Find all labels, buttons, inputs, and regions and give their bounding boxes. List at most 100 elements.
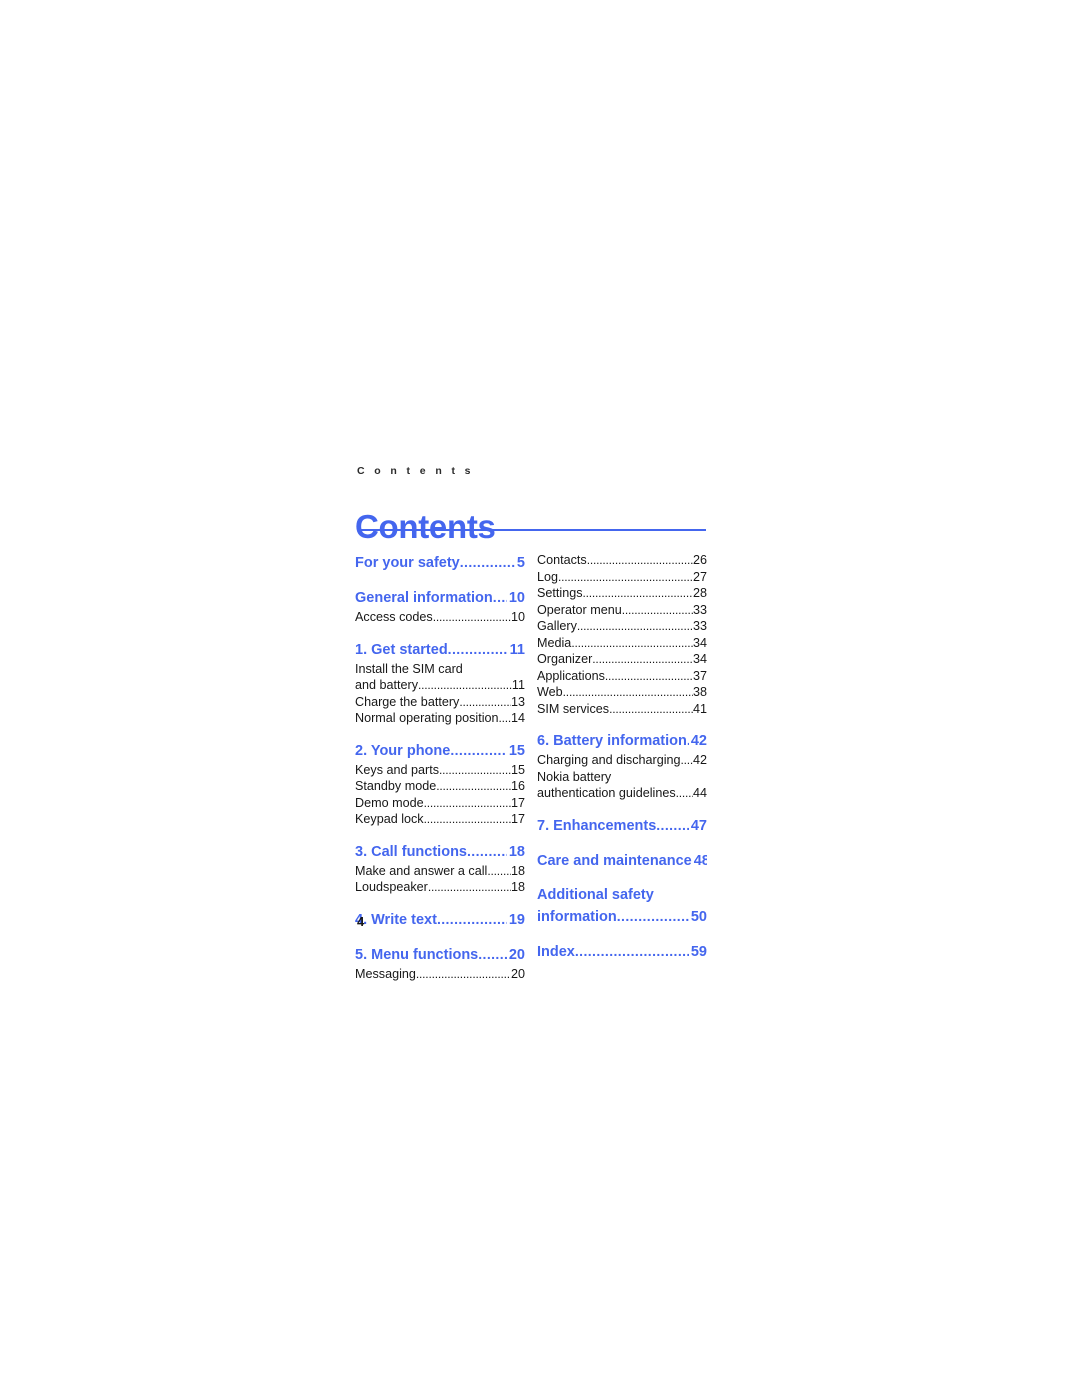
toc-entry-page-number: 42 [690, 733, 707, 749]
page-number: 4 [357, 914, 365, 929]
toc-entry-minor[interactable]: Messaging...............................… [355, 966, 525, 983]
toc-dot-leader: ........................................… [487, 863, 511, 878]
toc-entry-page-number: 15 [510, 762, 525, 777]
toc-dot-leader: ........................................… [492, 589, 507, 605]
toc-dot-leader: ........................................… [427, 880, 511, 894]
toc-dot-leader: ........................................… [586, 553, 693, 567]
toc-entry-minor[interactable]: Keys and parts..........................… [355, 762, 525, 779]
toc-entry-minor[interactable]: Standby mode............................… [355, 778, 525, 795]
toc-entry-page-number: 18 [510, 880, 525, 894]
toc-dot-leader: ........................................… [680, 753, 693, 767]
toc-entry-minor[interactable]: Settings................................… [537, 585, 707, 602]
toc-entry-page-number: 47 [690, 817, 707, 834]
toc-entry-page-number: 26 [692, 553, 707, 567]
toc-entry-minor[interactable]: Demo mode...............................… [355, 795, 525, 812]
toc-entry-minor[interactable]: Gallery.................................… [537, 618, 707, 635]
toc-dot-leader: ........................................… [574, 942, 689, 959]
toc-entry-major[interactable]: 3. Call functions.......................… [355, 841, 525, 863]
toc-entry-major[interactable]: 7. Enhancements.........................… [537, 815, 707, 837]
toc-entry-minor[interactable]: Nokia battery...........................… [537, 769, 707, 786]
toc-entry-major[interactable]: information.............................… [537, 906, 707, 928]
toc-left-column: For your safety.........................… [355, 552, 525, 982]
toc-entry-label: 4. Write text [355, 911, 437, 928]
toc-dot-leader: ........................................… [450, 741, 507, 758]
toc-dot-leader: ........................................… [582, 586, 693, 600]
toc-entry-page-number: 13 [510, 694, 525, 709]
toc-group: Care and maintenance....................… [537, 850, 707, 872]
toc-entry-major[interactable]: Additional safety.......................… [537, 885, 707, 906]
toc-entry-minor[interactable]: Web.....................................… [537, 684, 707, 701]
toc-dot-leader: ........................................… [467, 842, 507, 859]
toc-entry-major[interactable]: 2. Your phone...........................… [355, 740, 525, 762]
toc-entry-minor[interactable]: Normal operating position...............… [355, 710, 525, 727]
toc-dot-leader: ........................................… [576, 619, 693, 633]
toc-entry-label: Care and maintenance [537, 852, 692, 869]
toc-entry-page-number: 33 [692, 619, 707, 633]
toc-entry-page-number: 41 [692, 701, 707, 716]
toc-entry-minor[interactable]: Loudspeaker.............................… [355, 879, 525, 896]
toc-entry-page-number: 10 [508, 590, 525, 606]
toc-entry-label: Web [537, 685, 563, 699]
toc-entry-major[interactable]: 1. Get started..........................… [355, 639, 525, 661]
toc-entry-page-number: 11 [511, 678, 525, 692]
toc-entry-page-number: 27 [692, 569, 707, 584]
toc-entry-label: General information [355, 590, 493, 606]
toc-entry-minor[interactable]: authentication guidelines...............… [537, 785, 707, 802]
toc-entry-minor[interactable]: Charging and discharging................… [537, 752, 707, 769]
toc-dot-leader: ........................................… [592, 652, 693, 666]
toc-entry-minor[interactable]: Access codes............................… [355, 609, 525, 626]
toc-entry-major[interactable]: 4. Write text...........................… [355, 909, 525, 931]
toc-entry-major[interactable]: Index...................................… [537, 941, 707, 963]
toc-dot-leader: ........................................… [432, 610, 511, 624]
toc-entry-minor[interactable]: Make and answer a call..................… [355, 863, 525, 880]
toc-entry-minor[interactable]: Charge the battery......................… [355, 694, 525, 711]
toc-dot-leader: ........................................… [558, 569, 693, 584]
toc-entry-major[interactable]: Care and maintenance....................… [537, 850, 707, 872]
toc-dot-leader: ........................................… [498, 711, 511, 725]
running-head: C o n t e n t s [357, 465, 474, 477]
toc-entry-page-number: 42 [692, 753, 707, 767]
toc-right-column: Contacts................................… [537, 552, 707, 982]
toc-entry-label: Loudspeaker [355, 880, 428, 894]
toc-dot-leader: ........................................… [675, 786, 693, 800]
toc-dot-leader: ........................................… [656, 816, 689, 833]
toc-entry-major[interactable]: 6. Battery information..................… [537, 730, 707, 752]
toc-entry-page-number: 28 [692, 586, 707, 600]
toc-entry-minor[interactable]: Install the SIM card....................… [355, 661, 525, 678]
toc-entry-page-number: 17 [510, 795, 525, 810]
toc-entry-label: Access codes [355, 610, 433, 624]
toc-entry-label: Demo mode [355, 795, 424, 810]
toc-entry-page-number: 11 [509, 641, 525, 658]
toc-dot-leader: ........................................… [418, 678, 512, 692]
toc-entry-minor[interactable]: Contacts................................… [537, 552, 707, 569]
toc-group: 5. Menu functions.......................… [355, 944, 525, 983]
toc-entry-minor[interactable]: Media...................................… [537, 635, 707, 652]
toc-entry-label: Install the SIM card [355, 661, 463, 676]
toc-entry-page-number: 20 [510, 966, 525, 981]
toc-entry-major[interactable]: For your safety.........................… [355, 552, 525, 574]
toc-dot-leader: ........................................… [447, 640, 508, 657]
toc-group: 3. Call functions.......................… [355, 841, 525, 896]
toc-entry-label: 7. Enhancements [537, 817, 657, 834]
toc-entry-label: 3. Call functions [355, 843, 467, 860]
toc-dot-leader: ........................................… [436, 910, 507, 927]
toc-entry-minor[interactable]: SIM services............................… [537, 701, 707, 718]
toc-entry-minor[interactable]: and battery.............................… [355, 677, 525, 694]
toc-entry-label: Nokia battery [537, 769, 612, 784]
toc-entry-minor[interactable]: Log.....................................… [537, 569, 707, 586]
toc-entry-minor[interactable]: Keypad lock.............................… [355, 811, 525, 828]
toc-entry-major[interactable]: General information.....................… [355, 587, 525, 609]
toc-entry-minor[interactable]: Applications............................… [537, 668, 707, 685]
toc-entry-major[interactable]: 5. Menu functions.......................… [355, 944, 525, 966]
page-title: Contents [355, 508, 496, 546]
toc-entry-label: SIM services [537, 701, 610, 716]
toc-entry-minor[interactable]: Operator menu...........................… [537, 602, 707, 619]
toc-dot-leader: ........................................… [562, 685, 693, 699]
toc-entry-page-number: 44 [692, 786, 707, 800]
toc-entry-minor[interactable]: Organizer...............................… [537, 651, 707, 668]
toc-dot-leader: ........................................… [439, 762, 511, 777]
toc-entry-label: 5. Menu functions [355, 946, 479, 963]
toc-entry-label: Gallery [537, 619, 577, 633]
toc-dot-leader: ........................................… [459, 554, 515, 570]
document-page: C o n t e n t s Contents For your safety… [0, 0, 1080, 1397]
